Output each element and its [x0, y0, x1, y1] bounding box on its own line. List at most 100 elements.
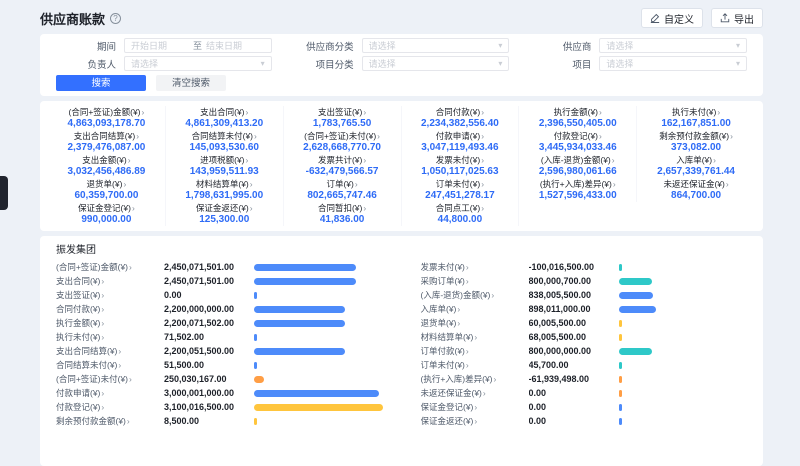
- chevron-right-icon: ›: [363, 203, 366, 213]
- bar-track: [619, 292, 748, 299]
- chevron-right-icon: ›: [466, 262, 469, 272]
- chevron-right-icon: ›: [250, 203, 253, 213]
- stat-label-link[interactable]: 退货单(¥)›: [50, 179, 163, 189]
- metric-bar: [619, 418, 622, 425]
- stat-label-link[interactable]: (合同+签证)未付(¥)›: [286, 131, 399, 141]
- metric-label-link[interactable]: 未返还保证金(¥)›: [421, 387, 529, 399]
- project-category-select[interactable]: 请选择 ▾: [362, 56, 510, 71]
- stat-label-link[interactable]: 发票共计(¥)›: [286, 155, 399, 165]
- search-button[interactable]: 搜索: [56, 75, 146, 91]
- stat-label-link[interactable]: 付款申请(¥)›: [404, 131, 517, 141]
- stat-label-link[interactable]: 剩余预付款金额(¥)›: [639, 131, 753, 141]
- metric-label-link[interactable]: 执行金额(¥)›: [56, 317, 164, 329]
- chevron-right-icon: ›: [599, 107, 602, 117]
- metric-bar: [619, 390, 622, 397]
- help-icon[interactable]: ?: [110, 13, 121, 24]
- stat-value: 125,300.00: [168, 214, 281, 225]
- metric-row: (执行+入库)差异(¥)›-61,939,498.00: [421, 372, 748, 386]
- stat-tile: 执行金额(¥)›2,396,550,405.00: [519, 106, 637, 130]
- stat-tile: 材料结算单(¥)›1,798,631,995.00: [166, 178, 284, 202]
- metric-label-link[interactable]: 保证金返还(¥)›: [421, 415, 529, 427]
- period-start-input[interactable]: [131, 41, 189, 51]
- stat-value: 44,800.00: [404, 214, 517, 225]
- metric-label-link[interactable]: (合同+签证)金额(¥)›: [56, 261, 164, 273]
- metric-bar: [254, 264, 356, 271]
- stat-label-link[interactable]: 进项税额(¥)›: [168, 155, 281, 165]
- stat-label-link[interactable]: (合同+签证)金额(¥)›: [50, 107, 163, 117]
- chevron-right-icon: ›: [466, 346, 469, 356]
- chevron-right-icon: ›: [142, 107, 145, 117]
- stat-label-link[interactable]: 保证金登记(¥)›: [50, 203, 163, 213]
- metric-label-link[interactable]: 退货单(¥)›: [421, 317, 529, 329]
- metric-label-link[interactable]: (入库-退货)金额(¥)›: [421, 289, 529, 301]
- owner-select[interactable]: 请选择 ▾: [124, 56, 272, 71]
- metric-label-link[interactable]: (合同+签证)未付(¥)›: [56, 373, 164, 385]
- metric-row: 付款登记(¥)›3,100,016,500.00: [56, 400, 383, 414]
- stat-label-link[interactable]: 支出金额(¥)›: [50, 155, 163, 165]
- period-range-picker[interactable]: 至: [124, 38, 272, 53]
- metric-bar: [619, 306, 656, 313]
- metric-row: 支出合同结算(¥)›2,200,051,500.00: [56, 344, 383, 358]
- bar-track: [619, 390, 748, 397]
- metric-label-link[interactable]: 订单付款(¥)›: [421, 345, 529, 357]
- stat-label-link[interactable]: (执行+入库)差异(¥)›: [521, 179, 634, 189]
- stat-label-link[interactable]: 材料结算单(¥)›: [168, 179, 281, 189]
- metric-bar: [254, 362, 257, 369]
- metric-label-link[interactable]: 支出合同结算(¥)›: [56, 345, 164, 357]
- chevron-down-icon: ▾: [261, 59, 265, 68]
- filter-owner: 负责人 请选择 ▾: [56, 56, 272, 71]
- clear-search-button[interactable]: 清空搜索: [156, 75, 226, 91]
- stat-label-link[interactable]: 合同结算未付(¥)›: [168, 131, 281, 141]
- stat-label-link[interactable]: 发票未付(¥)›: [404, 155, 517, 165]
- export-button[interactable]: 导出: [711, 8, 763, 28]
- metric-label-link[interactable]: 执行未付(¥)›: [56, 331, 164, 343]
- metric-label-link[interactable]: 支出签证(¥)›: [56, 289, 164, 301]
- supplier-select[interactable]: 请选择 ▾: [599, 38, 747, 53]
- customize-button[interactable]: 自定义: [641, 8, 703, 28]
- stat-label-link[interactable]: 执行未付(¥)›: [639, 107, 753, 117]
- stats-grid: (合同+签证)金额(¥)›4,863,093,178.70支出合同(¥)›4,8…: [48, 106, 755, 226]
- project-select[interactable]: 请选择 ▾: [599, 56, 747, 71]
- stat-label-link[interactable]: 执行金额(¥)›: [521, 107, 634, 117]
- stat-label-link[interactable]: 保证金返还(¥)›: [168, 203, 281, 213]
- metric-label-link[interactable]: 材料结算单(¥)›: [421, 331, 529, 343]
- stat-label-link[interactable]: (入库-退货)金额(¥)›: [521, 155, 634, 165]
- metric-label-link[interactable]: 剩余预付款金额(¥)›: [56, 415, 164, 427]
- metric-label-link[interactable]: 入库单(¥)›: [421, 303, 529, 315]
- metric-label-link[interactable]: 合同结算未付(¥)›: [56, 359, 164, 371]
- metric-label-link[interactable]: 付款申请(¥)›: [56, 387, 164, 399]
- stat-label-link[interactable]: 入库单(¥)›: [639, 155, 753, 165]
- sidebar-collapse-handle[interactable]: [0, 176, 8, 210]
- stat-label-link[interactable]: 支出签证(¥)›: [286, 107, 399, 117]
- metric-label-link[interactable]: 保证金登记(¥)›: [421, 401, 529, 413]
- metric-label-link[interactable]: 发票未付(¥)›: [421, 261, 529, 273]
- bar-track: [254, 320, 383, 327]
- supplier-category-select[interactable]: 请选择 ▾: [362, 38, 510, 53]
- period-end-input[interactable]: [206, 41, 264, 51]
- stat-label-link[interactable]: 支出合同(¥)›: [168, 107, 281, 117]
- stat-label-link[interactable]: 未返还保证金(¥)›: [639, 179, 753, 189]
- stat-label-link[interactable]: 合同暂扣(¥)›: [286, 203, 399, 213]
- stat-tile: 发票未付(¥)›1,050,117,025.63: [402, 154, 520, 178]
- project-label: 项目: [531, 57, 591, 71]
- metric-bar: [254, 334, 257, 341]
- stat-label-link[interactable]: 合同付款(¥)›: [404, 107, 517, 117]
- stat-label-link[interactable]: 付款登记(¥)›: [521, 131, 634, 141]
- bar-track: [254, 376, 383, 383]
- metric-label-link[interactable]: 付款登记(¥)›: [56, 401, 164, 413]
- metric-bar: [254, 376, 264, 383]
- metric-label-link[interactable]: 订单未付(¥)›: [421, 359, 529, 371]
- metric-label-link[interactable]: 采购订单(¥)›: [421, 275, 529, 287]
- stat-label-link[interactable]: 订单(¥)›: [286, 179, 399, 189]
- stat-label-link[interactable]: 支出合同结算(¥)›: [50, 131, 163, 141]
- chevron-right-icon: ›: [128, 155, 131, 165]
- group-col-left: (合同+签证)金额(¥)›2,450,071,501.00支出合同(¥)›2,4…: [56, 260, 383, 428]
- metric-value: 0.00: [529, 402, 619, 412]
- metric-label-link[interactable]: (执行+入库)差异(¥)›: [421, 373, 529, 385]
- stat-value: 2,234,382,556.40: [404, 118, 517, 129]
- stat-label-link[interactable]: 订单未付(¥)›: [404, 179, 517, 189]
- stat-label-link[interactable]: 合同点工(¥)›: [404, 203, 517, 213]
- group-title[interactable]: 振发集团: [56, 245, 96, 257]
- metric-label-link[interactable]: 合同付款(¥)›: [56, 303, 164, 315]
- metric-label-link[interactable]: 支出合同(¥)›: [56, 275, 164, 287]
